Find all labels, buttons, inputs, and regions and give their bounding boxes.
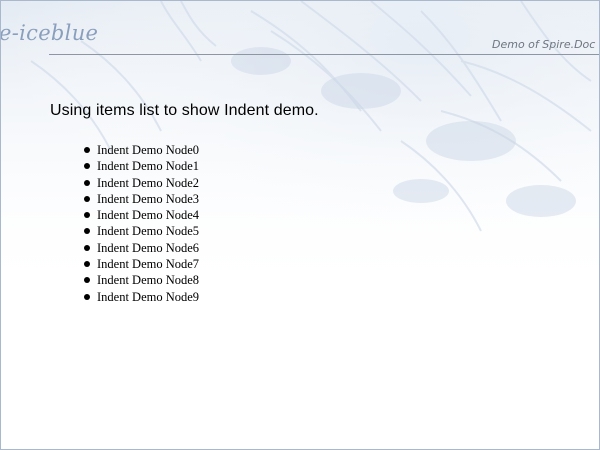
- bullet-icon: [84, 212, 90, 219]
- list-item: Indent Demo Node8: [84, 272, 199, 288]
- brand-logo-text: e-iceblue: [0, 21, 99, 45]
- list-item: Indent Demo Node9: [84, 289, 199, 305]
- list-item-label: Indent Demo Node9: [97, 289, 200, 304]
- header-divider: [49, 54, 599, 55]
- list-item: Indent Demo Node4: [84, 207, 199, 223]
- list-item-label: Indent Demo Node7: [97, 257, 200, 272]
- header-caption: Demo of Spire.Doc: [492, 38, 596, 51]
- bullet-icon: [84, 293, 90, 300]
- list-item: Indent Demo Node1: [84, 158, 199, 174]
- list-item-label: Indent Demo Node0: [97, 143, 200, 157]
- list-item-label: Indent Demo Node4: [97, 208, 200, 223]
- list-item: Indent Demo Node6: [84, 240, 199, 256]
- bullet-icon: [84, 277, 90, 284]
- bullet-icon: [84, 244, 90, 251]
- list-item-label: Indent Demo Node2: [97, 175, 200, 190]
- list-item-label: Indent Demo Node6: [97, 240, 200, 255]
- list-item-label: Indent Demo Node1: [97, 159, 200, 174]
- list-item-label: Indent Demo Node5: [97, 224, 200, 239]
- list-item: Indent Demo Node3: [84, 191, 199, 207]
- bullet-icon: [84, 163, 90, 170]
- bullet-icon: [84, 228, 90, 235]
- bullet-icon: [84, 179, 90, 186]
- list-item-label: Indent Demo Node3: [97, 191, 200, 206]
- page-heading: Using items list to show Indent demo.: [50, 102, 319, 119]
- bullet-icon: [84, 261, 90, 268]
- list-item: Indent Demo Node0: [84, 142, 199, 158]
- bullet-icon: [84, 195, 90, 202]
- list-item: Indent Demo Node2: [84, 175, 199, 191]
- list-item-label: Indent Demo Node8: [97, 273, 200, 288]
- bullet-icon: [84, 147, 90, 153]
- document-page: e-iceblue Demo of Spire.Doc Using items …: [0, 0, 600, 450]
- list-item: Indent Demo Node5: [84, 223, 199, 239]
- list-item: Indent Demo Node7: [84, 256, 199, 272]
- indent-node-list: Indent Demo Node0 Indent Demo Node1 Inde…: [84, 142, 199, 305]
